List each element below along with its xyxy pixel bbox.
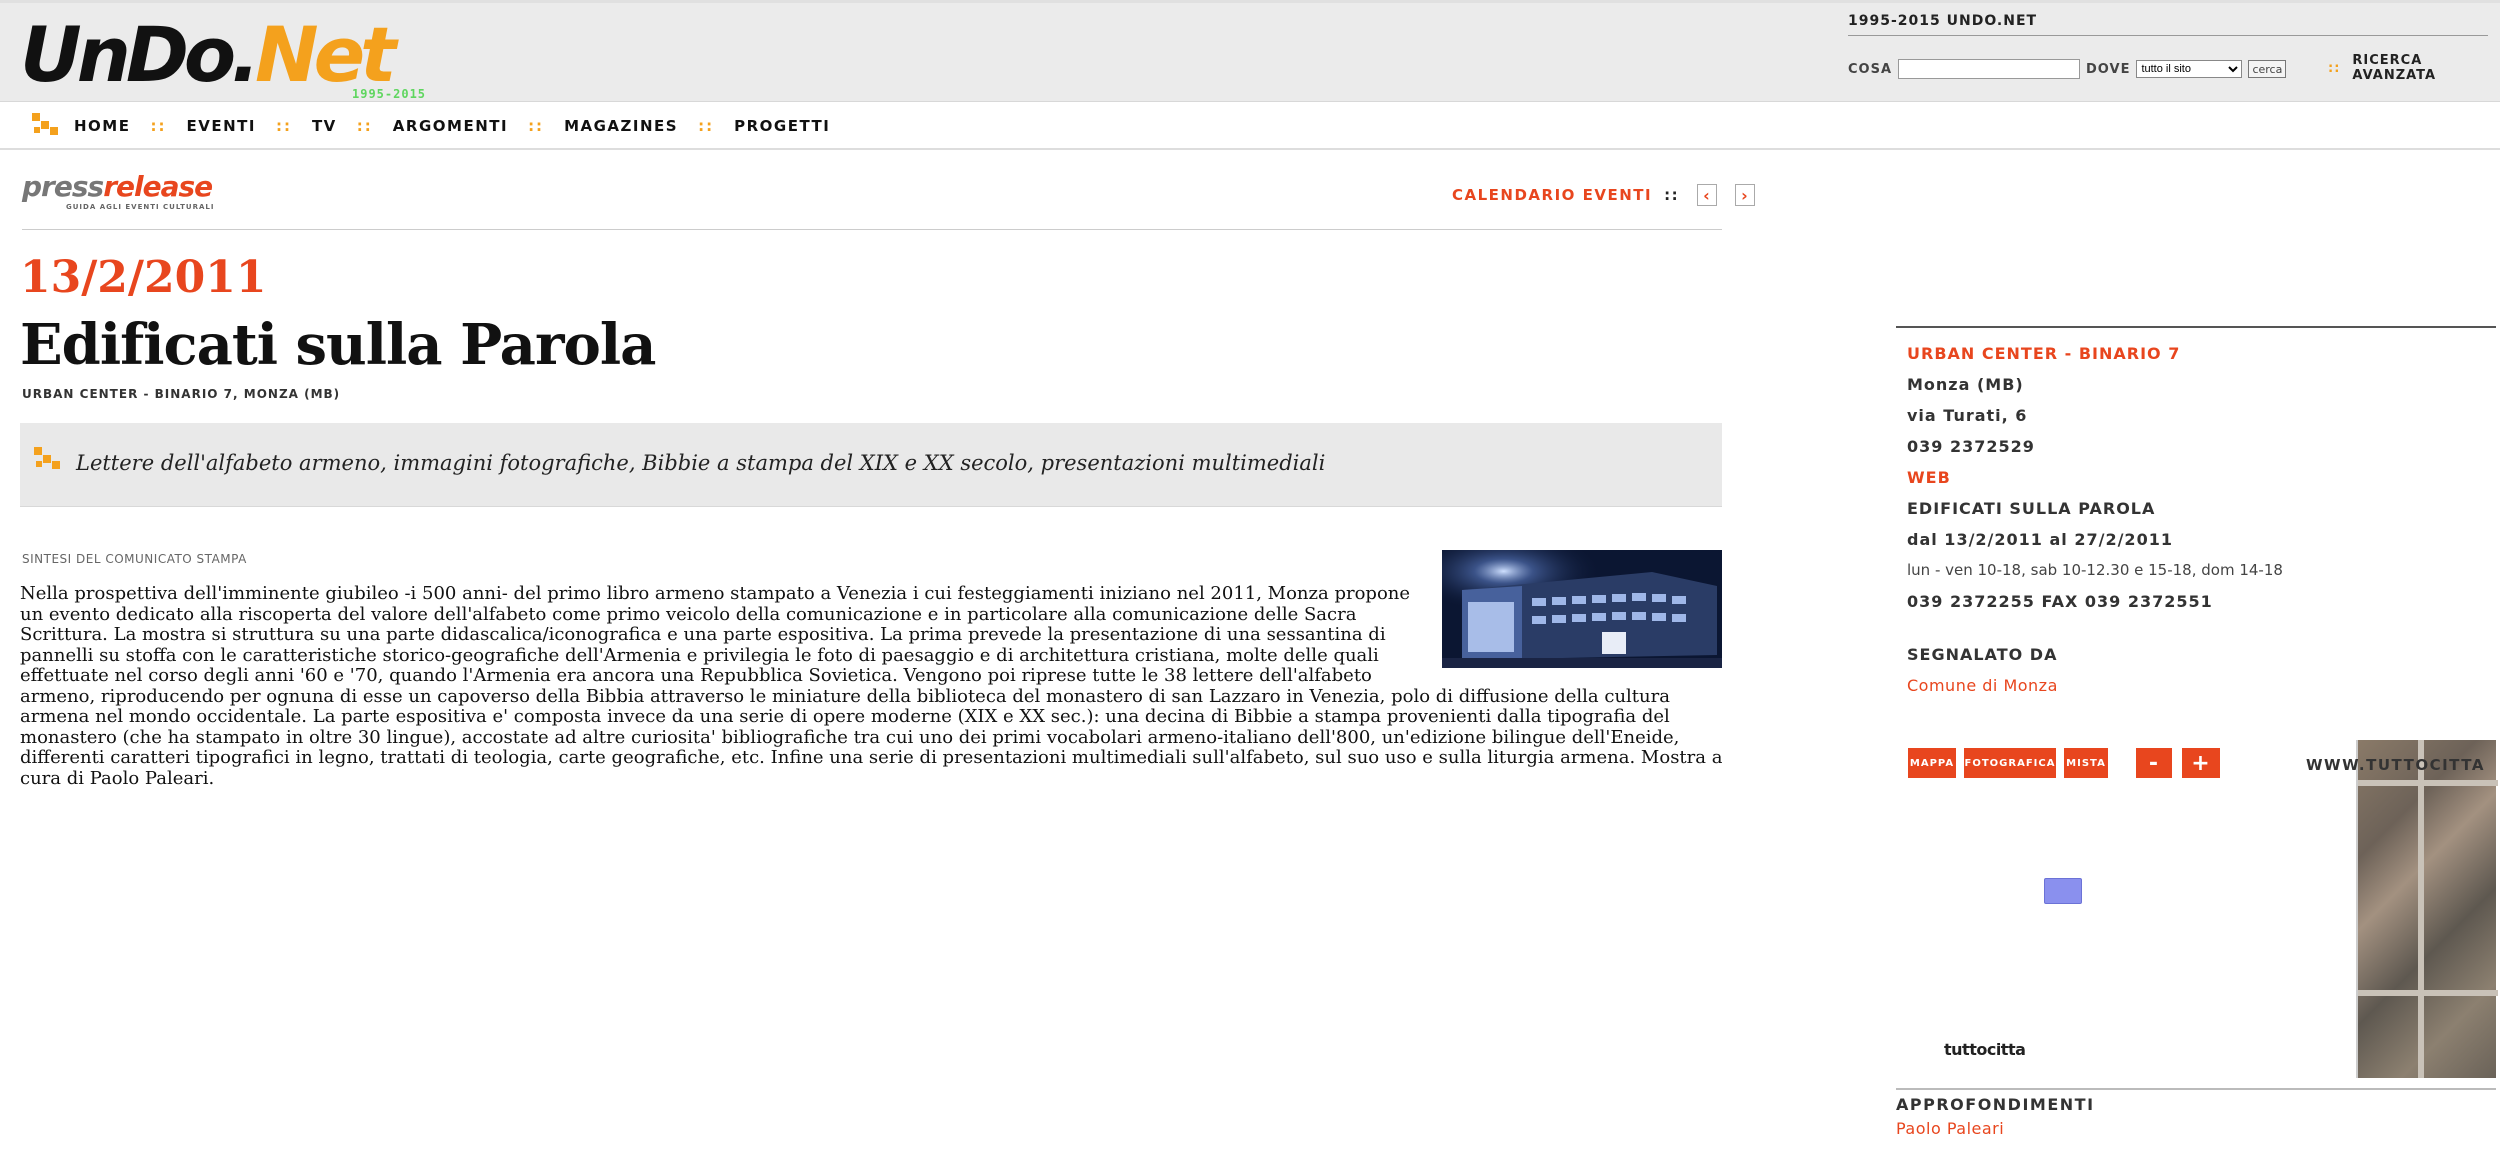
- divider: [22, 229, 1722, 230]
- advanced-dots: ::: [2328, 61, 2341, 76]
- divider: [1896, 1088, 2496, 1090]
- logo-text-net: Net: [255, 10, 397, 99]
- advanced-line1: RICERCA: [2352, 53, 2423, 68]
- map-marker-icon[interactable]: [2044, 878, 2082, 904]
- venue-sidebar: URBAN CENTER - BINARIO 7 Monza (MB) via …: [1907, 338, 2487, 701]
- segnalato-link[interactable]: Comune di Monza: [1907, 670, 2487, 701]
- nav-sep: ::: [528, 117, 545, 135]
- divider: [1848, 35, 2488, 36]
- venue-city: Monza (MB): [1907, 375, 2024, 394]
- nav-sep: ::: [150, 117, 167, 135]
- main-nav: HOME :: EVENTI :: TV :: ARGOMENTI :: MAG…: [0, 104, 2500, 150]
- nav-argomenti[interactable]: ARGOMENTI: [393, 117, 508, 135]
- event-title: Edificati sulla Parola: [20, 312, 656, 378]
- sidebar-phone-fax: 039 2372255 FAX 039 2372551: [1907, 592, 2213, 611]
- segnalato-label: SEGNALATO DA: [1907, 645, 2058, 664]
- approfondimenti-link[interactable]: Paolo Paleari: [1896, 1119, 2004, 1138]
- dove-label: DOVE: [2086, 61, 2131, 77]
- event-subtitle: Lettere dell'alfabeto armeno, immagini f…: [76, 451, 1326, 475]
- venue-web-link[interactable]: WEB: [1907, 462, 2487, 493]
- map-mode-foto-button[interactable]: FOTOGRAFICA: [1964, 748, 2056, 778]
- calendar-nav: CALENDARIO EVENTI :: ‹ ›: [1452, 184, 1773, 206]
- logo-text-undo: UnDo.: [20, 10, 260, 99]
- dove-select[interactable]: tutto il sito: [2136, 60, 2243, 78]
- calendar-next-button[interactable]: ›: [1735, 184, 1756, 206]
- calendar-label[interactable]: CALENDARIO EVENTI: [1452, 186, 1652, 204]
- pressrelease-part2: release: [103, 170, 213, 203]
- map-mode-mappa-button[interactable]: MAPPA: [1908, 748, 1956, 778]
- venue-address: via Turati, 6: [1907, 406, 2028, 425]
- event-venue-line: URBAN CENTER - BINARIO 7, MONZA (MB): [22, 387, 341, 401]
- map-widget: MAPPA FOTOGRAFICA MISTA - + WWW.TUTTOCIT…: [1896, 740, 2498, 1080]
- logo-years: 1995-2015: [352, 87, 427, 101]
- map-mode-mista-button[interactable]: MISTA: [2064, 748, 2108, 778]
- pressrelease-part1: press: [22, 170, 104, 203]
- nav-tv[interactable]: TV: [312, 117, 337, 135]
- nav-sep: ::: [356, 117, 373, 135]
- sidebar-divider: [1896, 326, 2496, 328]
- sidebar-event-hours: lun - ven 10-18, sab 10-12.30 e 15-18, d…: [1907, 561, 2283, 579]
- advanced-line2: AVANZATA: [2352, 68, 2437, 83]
- home-squares-icon: [30, 111, 60, 141]
- pressrelease-tagline: GUIDA AGLI EVENTI CULTURALI: [66, 203, 215, 211]
- zoom-in-button[interactable]: +: [2182, 748, 2220, 778]
- event-body: Nella prospettiva dell'imminente giubile…: [20, 583, 1723, 789]
- advanced-search-link[interactable]: :: RICERCA AVANZATA: [2328, 53, 2436, 83]
- calendar-sep: ::: [1664, 186, 1680, 204]
- photo-spacer: [1425, 584, 1723, 676]
- map-road: [2358, 990, 2498, 996]
- nav-home[interactable]: HOME: [74, 117, 130, 135]
- map-road: [2358, 780, 2498, 786]
- undo-net-logo[interactable]: UnDo.Net: [20, 15, 397, 95]
- nav-sep: ::: [275, 117, 292, 135]
- search-button[interactable]: cerca: [2248, 60, 2287, 78]
- nav-magazines[interactable]: MAGAZINES: [564, 117, 678, 135]
- top-right-panel: 1995-2015 UNDO.NET COSA DOVE tutto il si…: [1848, 3, 2488, 103]
- event-subtitle-box: Lettere dell'alfabeto armeno, immagini f…: [20, 423, 1722, 507]
- sidebar-event-title: EDIFICATI SULLA PAROLA: [1907, 499, 2156, 518]
- tuttocitta-text: tuttocitta: [1944, 1040, 2026, 1059]
- nav-sep: ::: [698, 117, 715, 135]
- nav-eventi[interactable]: EVENTI: [186, 117, 255, 135]
- brand-text: 1995-2015 UNDO.NET: [1848, 13, 2038, 29]
- calendar-prev-button[interactable]: ‹: [1697, 184, 1718, 206]
- search-row: COSA DOVE tutto il sito cerca: [1848, 57, 2287, 81]
- map-www-link[interactable]: WWW.TUTTOCITTA: [2306, 756, 2485, 774]
- approfondimenti-label: APPROFONDIMENTI: [1896, 1095, 2095, 1114]
- site-header: UnDo.Net 1995-2015 1995-2015 UNDO.NET CO…: [0, 0, 2500, 102]
- sidebar-event-dates: dal 13/2/2011 al 27/2/2011: [1907, 530, 2173, 549]
- sintesi-label: SINTESI DEL COMUNICATO STAMPA: [22, 552, 247, 566]
- cosa-input[interactable]: [1898, 59, 2081, 79]
- pressrelease-logo[interactable]: pressrelease GUIDA AGLI EVENTI CULTURALI: [22, 170, 214, 211]
- zoom-out-button[interactable]: -: [2136, 748, 2172, 778]
- venue-name-link[interactable]: URBAN CENTER - BINARIO 7: [1907, 338, 2487, 369]
- satellite-image[interactable]: [2356, 740, 2498, 1078]
- map-road: [2418, 740, 2424, 1078]
- venue-phone: 039 2372529: [1907, 437, 2035, 456]
- nav-progetti[interactable]: PROGETTI: [734, 117, 830, 135]
- tuttocitta-logo[interactable]: tuttocitta: [1944, 1040, 2026, 1059]
- event-date: 13/2/2011: [20, 252, 267, 303]
- squares-icon: [32, 445, 62, 475]
- cosa-label: COSA: [1848, 61, 1893, 77]
